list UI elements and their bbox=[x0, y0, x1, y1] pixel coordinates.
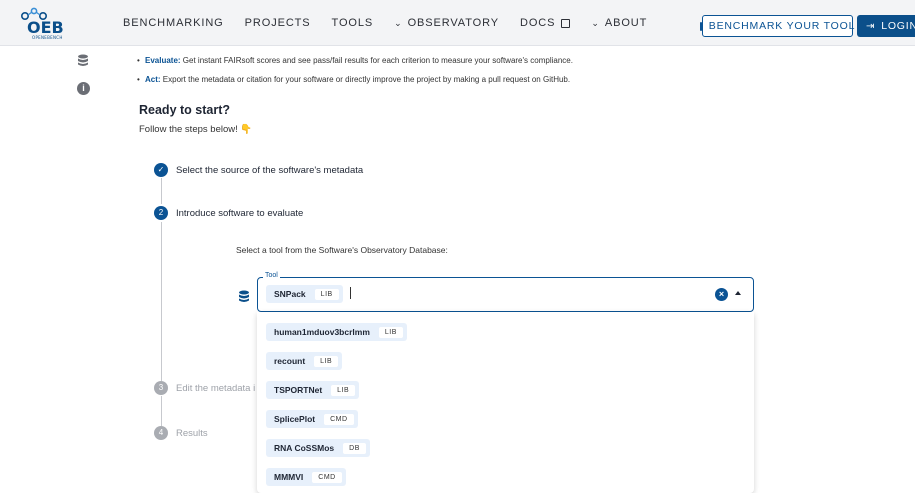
nav-tools[interactable]: TOOLS bbox=[332, 17, 374, 29]
external-link-icon bbox=[561, 18, 571, 28]
option-type: LIB bbox=[331, 384, 356, 396]
option-chip: MMMVI CMD bbox=[266, 468, 346, 486]
nav-tools-label: TOOLS bbox=[331, 17, 374, 29]
chevron-down-icon: ⌄ bbox=[591, 17, 600, 28]
login-label: LOGIN bbox=[881, 20, 915, 32]
step-connector bbox=[161, 222, 162, 381]
option-chip: recount LIB bbox=[266, 352, 343, 370]
option-name: SplicePlot bbox=[274, 414, 316, 424]
nav-projects[interactable]: PROJECTS bbox=[245, 17, 311, 29]
pointing-down-icon: 👇 bbox=[240, 124, 253, 135]
database-icon[interactable] bbox=[77, 54, 89, 67]
option-name: recount bbox=[274, 356, 306, 366]
option-type: DB bbox=[343, 442, 366, 454]
tool-select-prompt: Select a tool from the Software's Observ… bbox=[236, 245, 448, 255]
nav-docs-label: DOCS bbox=[520, 17, 556, 29]
collapse-arrow-icon[interactable] bbox=[735, 291, 741, 295]
nav-benchmarking-label: BENCHMARKING bbox=[123, 17, 224, 29]
selected-tool-type: LIB bbox=[314, 288, 339, 300]
main-nav: BENCHMARKING PROJECTS TOOLS ⌄ OBSERVATORY… bbox=[123, 0, 668, 46]
nav-benchmarking[interactable]: BENCHMARKING bbox=[123, 17, 224, 29]
step-2-number: 2 bbox=[154, 206, 168, 220]
tool-field-label: Tool bbox=[263, 272, 280, 279]
benchmark-your-tool-label: BENCHMARK YOUR TOOL bbox=[708, 20, 856, 32]
nav-projects-label: PROJECTS bbox=[244, 17, 311, 29]
nav-observatory[interactable]: ⌄ OBSERVATORY bbox=[394, 17, 499, 29]
info-icon[interactable]: i bbox=[77, 82, 90, 95]
selected-tool-name: SNPack bbox=[274, 289, 306, 299]
clear-icon[interactable]: × bbox=[715, 288, 728, 301]
option-type: LIB bbox=[378, 326, 403, 338]
page-subtitle: Follow the steps below! 👇 bbox=[139, 124, 252, 135]
step-1-check-icon: ✓ bbox=[154, 163, 168, 177]
option-type: CMD bbox=[324, 413, 354, 425]
intro-bullet-evaluate: Evaluate: Get instant FAIRsoft scores an… bbox=[137, 56, 573, 65]
benchmark-your-tool-button[interactable]: BENCHMARK YOUR TOOL bbox=[699, 15, 856, 37]
chevron-down-icon: ⌄ bbox=[394, 17, 403, 28]
subtitle-text: Follow the steps below! bbox=[139, 124, 238, 135]
bullet-evaluate-text: Get instant FAIRsoft scores and see pass… bbox=[180, 56, 573, 65]
nav-docs[interactable]: DOCS bbox=[520, 17, 571, 29]
openebench-logo[interactable]: OEB OPENEBENCH bbox=[18, 7, 88, 41]
option-type: CMD bbox=[312, 471, 342, 483]
page-title: Ready to start? bbox=[139, 103, 230, 117]
list-item[interactable]: MMMVI CMD bbox=[257, 463, 754, 492]
list-item[interactable]: human1mduov3bcrlmm LIB bbox=[257, 318, 754, 347]
step-2-label: Introduce software to evaluate bbox=[176, 208, 304, 219]
step-4-number: 4 bbox=[154, 426, 168, 440]
login-button[interactable]: ⇥ LOGIN bbox=[857, 15, 915, 37]
external-link-icon bbox=[699, 21, 702, 31]
list-item[interactable]: TSPORTNet LIB bbox=[257, 376, 754, 405]
bullet-act-text: Export the metadata or citation for your… bbox=[160, 75, 571, 84]
step-4-label: Results bbox=[176, 428, 208, 439]
nav-observatory-label: OBSERVATORY bbox=[407, 17, 499, 29]
option-name: RNA CoSSMos bbox=[274, 443, 335, 453]
list-item[interactable]: SplicePlot CMD bbox=[257, 405, 754, 434]
option-chip: TSPORTNet LIB bbox=[266, 381, 360, 399]
intro-bullet-act: Act: Export the metadata or citation for… bbox=[137, 75, 571, 84]
list-item[interactable]: recount LIB bbox=[257, 347, 754, 376]
nav-about-label: ABOUT bbox=[604, 17, 648, 29]
option-chip: SplicePlot CMD bbox=[266, 410, 358, 428]
step-1-label[interactable]: Select the source of the software's meta… bbox=[176, 165, 363, 176]
text-cursor bbox=[350, 287, 351, 299]
tool-options-list: human1mduov3bcrlmm LIB recount LIB TSPOR… bbox=[257, 312, 754, 493]
database-icon bbox=[239, 290, 249, 302]
step-connector bbox=[161, 178, 162, 204]
bullet-act-strong: Act: bbox=[145, 75, 161, 84]
option-type: LIB bbox=[314, 355, 339, 367]
option-name: MMMVI bbox=[274, 472, 304, 482]
bullet-evaluate-strong: Evaluate: bbox=[145, 56, 181, 65]
selected-tool-chip[interactable]: SNPack LIB bbox=[266, 285, 343, 303]
nav-about[interactable]: ⌄ ABOUT bbox=[591, 17, 647, 29]
option-chip: human1mduov3bcrlmm LIB bbox=[266, 323, 407, 341]
top-nav-bar: OEB OPENEBENCH BENCHMARKING PROJECTS TOO… bbox=[0, 0, 915, 46]
step-3-number: 3 bbox=[154, 381, 168, 395]
list-item[interactable]: RNA CoSSMos DB bbox=[257, 434, 754, 463]
option-chip: RNA CoSSMos DB bbox=[266, 439, 370, 457]
option-name: TSPORTNet bbox=[274, 385, 323, 395]
step-connector bbox=[161, 396, 162, 426]
login-icon: ⇥ bbox=[866, 20, 876, 32]
option-name: human1mduov3bcrlmm bbox=[274, 327, 370, 337]
logo-wordmark: OPENEBENCH bbox=[32, 35, 63, 40]
step-3-label: Edit the metadata i bbox=[176, 383, 256, 394]
